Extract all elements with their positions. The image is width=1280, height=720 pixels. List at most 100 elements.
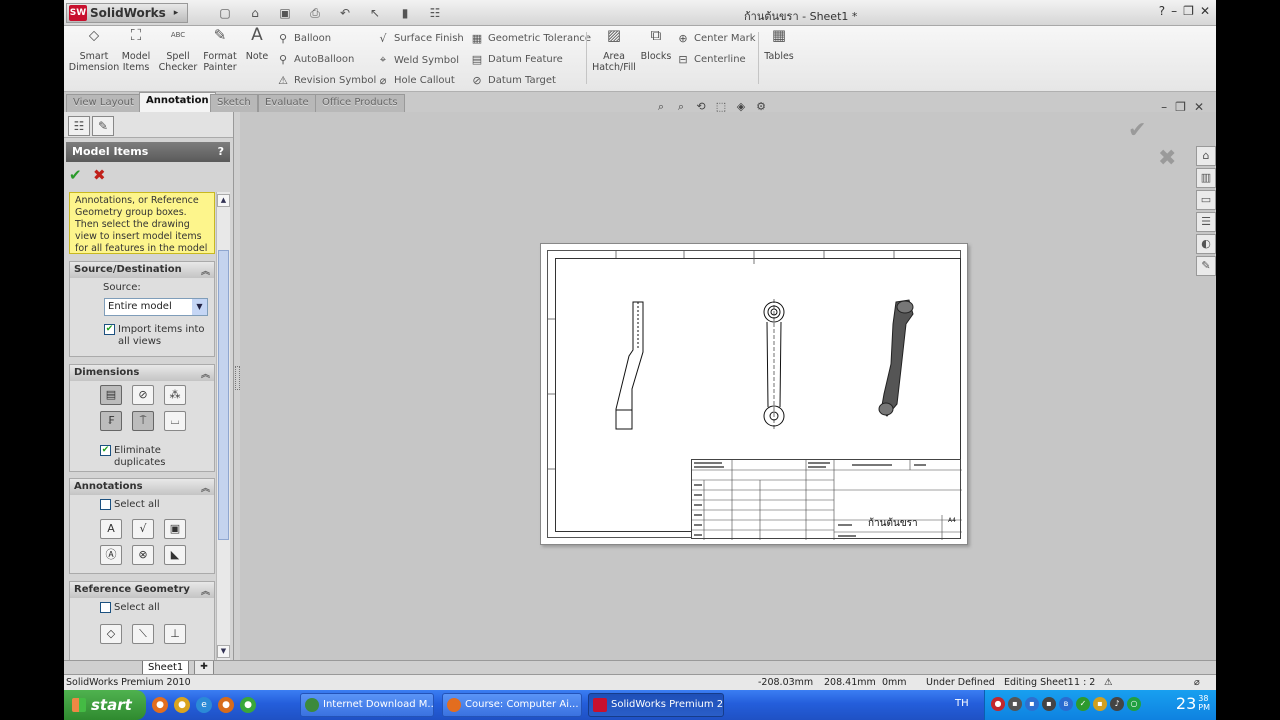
doc-restore-button[interactable]: ❐ — [1175, 100, 1186, 114]
doc-close-button[interactable]: ✕ — [1194, 100, 1204, 114]
tab-view-layout[interactable]: View Layout — [66, 94, 141, 112]
scroll-down-icon[interactable]: ▼ — [217, 645, 230, 658]
select-arrow-icon[interactable]: ↖ — [364, 5, 386, 21]
minimize-button[interactable]: – — [1171, 4, 1177, 18]
annotations-header[interactable]: Annotations ︽ — [70, 479, 214, 495]
rebuild-status-icon[interactable]: ⚠ — [1104, 677, 1113, 688]
hole-callout-dim-icon[interactable]: ⌴ — [164, 411, 186, 431]
centerline-button[interactable]: ⊟ Centerline — [676, 53, 745, 66]
hole-callout-button[interactable]: ⌀ Hole Callout — [376, 74, 455, 87]
previous-view-icon[interactable]: ⟲ — [692, 100, 710, 114]
start-button[interactable]: start — [64, 690, 146, 720]
confirmation-cancel-icon[interactable]: ✖ — [1158, 146, 1176, 171]
format-painter-button[interactable]: ✎ Format Painter — [200, 28, 240, 86]
network-icon[interactable]: ▪ — [1025, 697, 1039, 711]
planes-icon[interactable]: ◇ — [100, 624, 122, 644]
add-sheet-icon[interactable]: ✚ — [194, 661, 214, 675]
origins-icon[interactable]: ⊥ — [164, 624, 186, 644]
confirmation-ok-icon[interactable]: ✔ — [1128, 118, 1146, 143]
tab-evaluate[interactable]: Evaluate — [258, 94, 316, 112]
feature-tree-tab-icon[interactable]: ☷ — [68, 116, 90, 136]
dimensions-header[interactable]: Dimensions ︽ — [70, 365, 214, 381]
balloon-button[interactable]: ⚲ Balloon — [276, 32, 331, 45]
doc-minimize-button[interactable]: – — [1161, 100, 1167, 114]
blocks-button[interactable]: ⧉ Blocks — [640, 28, 672, 86]
spell-checker-button[interactable]: ABC Spell Checker — [158, 30, 198, 86]
display-style-icon[interactable]: ◈ — [732, 100, 750, 114]
instance-count-icon[interactable]: ⁂ — [164, 385, 186, 405]
not-marked-for-drawing-icon[interactable]: ⊘ — [132, 385, 154, 405]
file-explorer-icon[interactable]: ▭ — [1196, 190, 1216, 210]
smart-dimension-button[interactable]: ⬦ Smart Dimension — [68, 28, 120, 86]
ie-icon[interactable]: e — [196, 697, 212, 713]
tab-annotation[interactable]: Annotation — [139, 92, 216, 112]
taskbar-solidworks-button[interactable]: SolidWorks Premium 2... — [588, 693, 724, 717]
datum-feature-icon[interactable]: Ⓐ — [100, 545, 122, 565]
tolerance-dimensions-icon[interactable]: ₣ — [100, 411, 122, 431]
save-icon[interactable]: ▣ — [274, 5, 296, 21]
property-manager-tab-icon[interactable]: ✎ — [92, 116, 114, 136]
open-folder-icon[interactable]: ⌂ — [244, 5, 266, 21]
app2-icon[interactable]: ● — [240, 697, 256, 713]
area-hatch-button[interactable]: ▨ Area Hatch/Fill — [592, 28, 636, 86]
undo-icon[interactable]: ↶ — [334, 5, 356, 21]
clock[interactable]: 23 38 PM — [1176, 694, 1210, 713]
view-settings-icon[interactable]: ⚙ — [752, 100, 770, 114]
ok-check-icon[interactable]: ✔ — [69, 166, 82, 184]
reference-select-all-checkbox[interactable]: Select all — [100, 602, 160, 614]
tables-button[interactable]: ▦ Tables — [762, 28, 796, 86]
geometric-tolerance-button[interactable]: ▦ Geometric Tolerance — [470, 32, 591, 45]
collapse-chevron-icon[interactable]: ︽ — [201, 367, 210, 380]
language-indicator[interactable]: TH — [955, 698, 969, 709]
home-icon[interactable]: ⌂ — [1196, 146, 1216, 166]
view-orientation-icon[interactable]: ⬚ — [712, 100, 730, 114]
surface-finish-icon[interactable]: √ — [132, 519, 154, 539]
pm-help-button[interactable]: ? — [218, 145, 224, 159]
center-mark-button[interactable]: ⊕ Center Mark — [676, 32, 755, 45]
taskbar-idm-button[interactable]: Internet Download M... — [300, 693, 434, 717]
chevron-down-icon[interactable]: ▼ — [192, 299, 207, 315]
datum-target-icon[interactable]: ⊗ — [132, 545, 154, 565]
browser-icon[interactable]: ● — [174, 697, 190, 713]
note-button[interactable]: A Note — [244, 27, 270, 86]
graphics-area[interactable]: ⌕ ⌕ ⟲ ⬚ ◈ ⚙ – ❐ ✕ ✔ ✖ ⌂ ▥ ▭ ☰ ◐ ✎ ก้านต้… — [240, 100, 1216, 660]
design-library-icon[interactable]: ▥ — [1196, 168, 1216, 188]
firefox-icon[interactable]: ● — [152, 697, 168, 713]
weld-symbol-icon[interactable]: ◣ — [164, 545, 186, 565]
geometric-tolerance-icon[interactable]: ▣ — [164, 519, 186, 539]
axes-icon[interactable]: ⟍ — [132, 624, 154, 644]
weld-symbol-button[interactable]: ⌖ Weld Symbol — [376, 53, 459, 67]
tab-office-products[interactable]: Office Products — [315, 94, 405, 112]
tab-sketch[interactable]: Sketch — [210, 94, 258, 112]
datum-target-button[interactable]: ⊘ Datum Target — [470, 74, 556, 87]
close-button[interactable]: ✕ — [1200, 4, 1210, 18]
zoom-to-area-icon[interactable]: ⌕ — [672, 100, 690, 114]
quick-tips-icon[interactable]: ⌀ — [1194, 677, 1200, 688]
source-select[interactable]: Entire model ▼ — [104, 298, 208, 316]
scroll-up-icon[interactable]: ▲ — [217, 194, 230, 207]
revision-symbol-button[interactable]: ⚠ Revision Symbol — [276, 74, 376, 87]
notes-icon[interactable]: A — [100, 519, 122, 539]
solidworks-menu-button[interactable]: SW SolidWorks ▸ — [66, 3, 188, 23]
tray-misc-icon[interactable]: ▪ — [1042, 697, 1056, 711]
model-items-button[interactable]: ⛶ Model Items — [120, 28, 152, 86]
record-icon[interactable]: ● — [991, 697, 1005, 711]
annotations-select-all-checkbox[interactable]: Select all — [100, 499, 160, 511]
marked-for-drawing-icon[interactable]: ▤ — [100, 385, 122, 405]
custom-properties-icon[interactable]: ✎ — [1196, 256, 1216, 276]
autoballoon-button[interactable]: ⚲ AutoBalloon — [276, 53, 354, 66]
appearances-icon[interactable]: ◐ — [1196, 234, 1216, 254]
help-icon[interactable]: ? — [1159, 4, 1165, 18]
collapse-chevron-icon[interactable]: ︽ — [201, 264, 210, 277]
security-icon[interactable]: ✓ — [1076, 697, 1090, 711]
view-palette-icon[interactable]: ☰ — [1196, 212, 1216, 232]
tray-app-icon[interactable]: ▪ — [1008, 697, 1022, 711]
sheet-scale[interactable]: 1 : 2 — [1074, 677, 1095, 688]
drawing-sheet[interactable]: ก้านต้นขรา A4 — [540, 243, 968, 545]
tray-shield-icon[interactable]: ▪ — [1093, 697, 1107, 711]
pm-scrollbar[interactable]: ▲ ▼ — [216, 192, 230, 660]
print-icon[interactable]: ⎙ — [304, 5, 326, 21]
datum-feature-button[interactable]: ▤ Datum Feature — [470, 53, 563, 66]
title-block[interactable]: ก้านต้นขรา A4 — [691, 459, 962, 540]
import-all-views-checkbox[interactable]: ✔ Import items into all views — [104, 324, 212, 348]
